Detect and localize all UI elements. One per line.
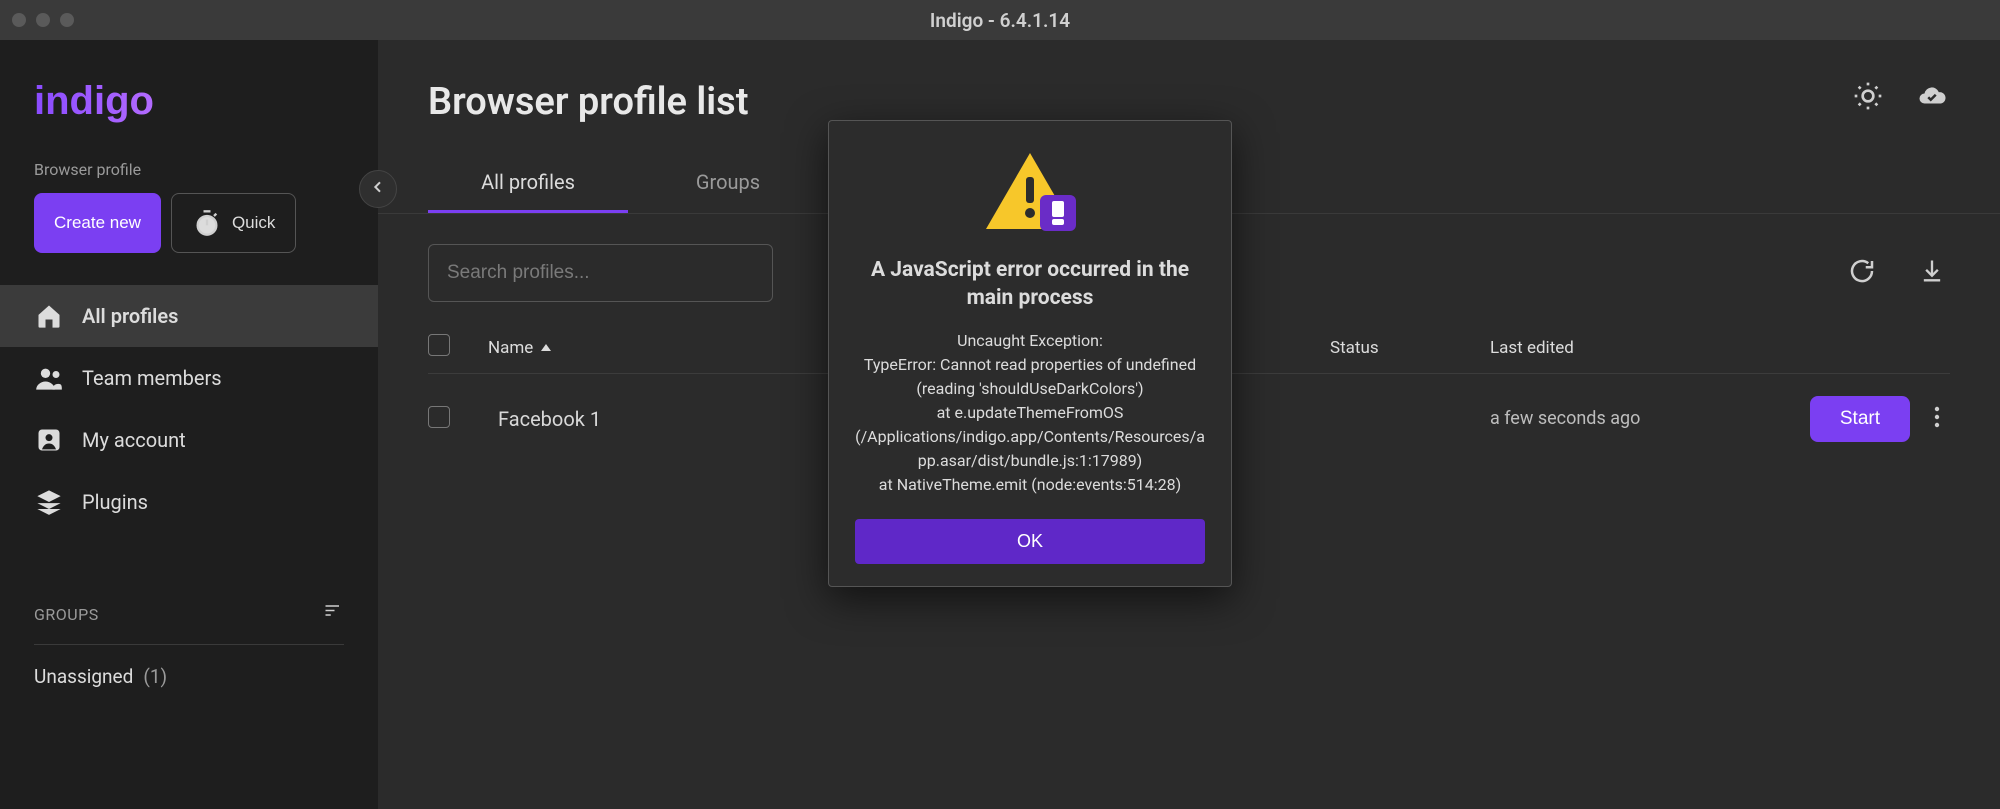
more-vertical-icon xyxy=(1934,406,1940,433)
app-logo: indigo xyxy=(0,40,378,154)
refresh-button[interactable] xyxy=(1844,255,1880,291)
group-count: (1) xyxy=(143,665,167,688)
home-icon xyxy=(34,301,64,331)
sort-asc-icon xyxy=(541,344,551,351)
groups-section: GROUPS Unassigned (1) xyxy=(0,603,378,688)
nav-plugins[interactable]: Plugins xyxy=(0,471,378,533)
minimize-window-button[interactable] xyxy=(36,13,50,27)
people-icon xyxy=(34,363,64,393)
nav-label: Plugins xyxy=(82,490,148,514)
col-header-name-label: Name xyxy=(488,338,533,358)
close-window-button[interactable] xyxy=(12,13,26,27)
groups-heading: GROUPS xyxy=(34,605,99,624)
window-title: Indigo - 6.4.1.14 xyxy=(0,9,2000,32)
nav-team-members[interactable]: Team members xyxy=(0,347,378,409)
layers-icon xyxy=(34,487,64,517)
col-header-status[interactable]: Status xyxy=(1330,338,1490,358)
error-body: Uncaught Exception: TypeError: Cannot re… xyxy=(855,329,1205,497)
nav-my-account[interactable]: My account xyxy=(0,409,378,471)
tab-groups[interactable]: Groups xyxy=(628,154,828,213)
account-icon xyxy=(34,425,64,455)
quick-button[interactable]: Quick xyxy=(171,193,296,253)
sidebar-section-label: Browser profile xyxy=(34,160,344,179)
sidebar: indigo Browser profile Create new xyxy=(0,40,378,809)
cloud-check-icon xyxy=(1915,81,1949,116)
group-item-unassigned[interactable]: Unassigned (1) xyxy=(34,665,344,688)
cloud-sync-button[interactable] xyxy=(1914,80,1950,116)
zoom-window-button[interactable] xyxy=(60,13,74,27)
theme-toggle-button[interactable] xyxy=(1850,80,1886,116)
primary-nav: All profiles Team members My account Plu… xyxy=(0,285,378,533)
error-title: A JavaScript error occurred in the main … xyxy=(855,256,1205,313)
error-icon-container xyxy=(855,149,1205,240)
start-button[interactable]: Start xyxy=(1810,396,1910,442)
create-new-button[interactable]: Create new xyxy=(34,193,161,253)
select-all-checkbox[interactable] xyxy=(428,334,450,356)
window-traffic-lights xyxy=(12,13,74,27)
create-new-label: Create new xyxy=(54,213,141,233)
row-checkbox[interactable] xyxy=(428,406,450,428)
group-name: Unassigned xyxy=(34,665,133,688)
stopwatch-icon xyxy=(192,208,222,238)
quick-label: Quick xyxy=(232,213,275,233)
sun-icon xyxy=(1852,80,1884,117)
row-last-edited: a few seconds ago xyxy=(1490,408,1740,431)
export-button[interactable] xyxy=(1914,255,1950,291)
sort-icon[interactable] xyxy=(322,603,344,626)
titlebar: Indigo - 6.4.1.14 xyxy=(0,0,2000,40)
collapse-sidebar-button[interactable] xyxy=(359,170,397,208)
nav-label: Team members xyxy=(82,366,222,390)
download-icon xyxy=(1918,257,1946,290)
search-input[interactable] xyxy=(428,244,773,302)
refresh-icon xyxy=(1847,256,1877,291)
nav-label: All profiles xyxy=(82,304,178,328)
row-more-button[interactable] xyxy=(1924,406,1950,433)
nav-label: My account xyxy=(82,428,186,452)
error-ok-button[interactable]: OK xyxy=(855,519,1205,564)
error-dialog: A JavaScript error occurred in the main … xyxy=(828,120,1232,587)
page-title: Browser profile list xyxy=(428,80,748,124)
col-header-last-edited[interactable]: Last edited xyxy=(1490,338,1740,358)
tab-all-profiles[interactable]: All profiles xyxy=(428,154,628,213)
chevron-left-icon xyxy=(370,179,386,200)
svg-text:indigo: indigo xyxy=(34,79,154,123)
nav-all-profiles[interactable]: All profiles xyxy=(0,285,378,347)
warning-icon xyxy=(982,149,1078,240)
